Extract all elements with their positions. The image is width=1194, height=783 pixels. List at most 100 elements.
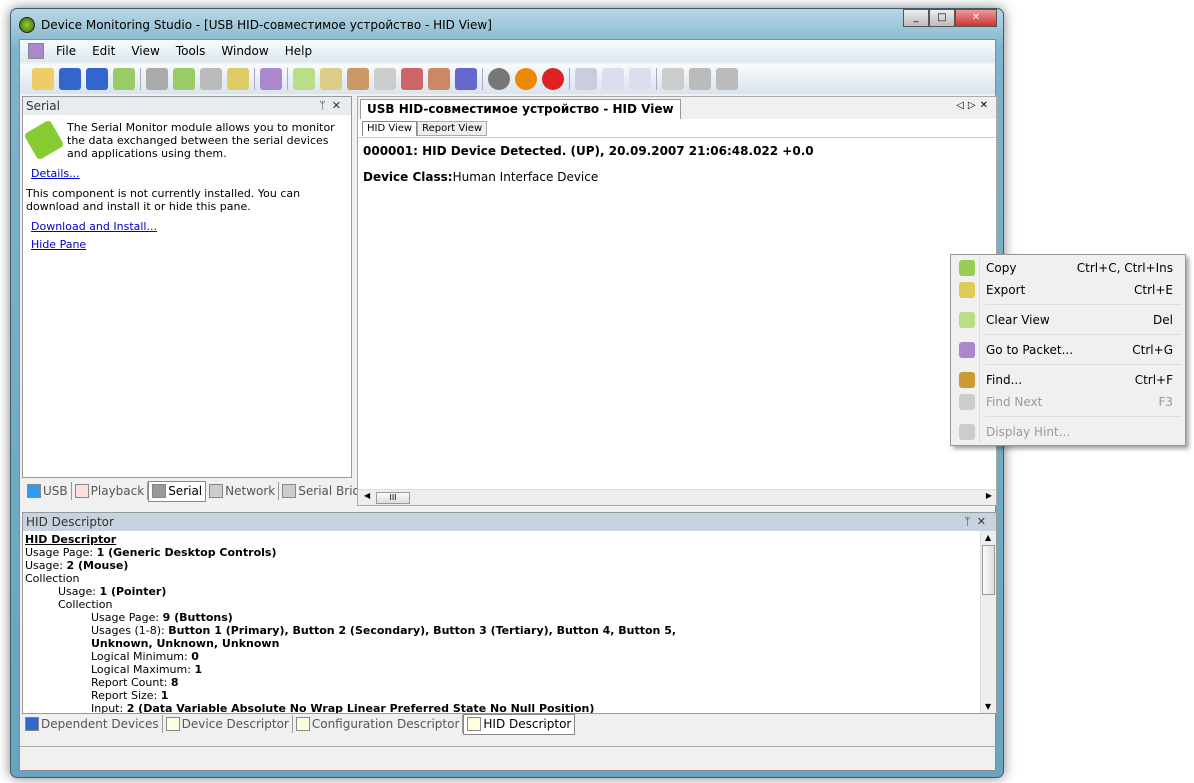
graph-icon[interactable]	[575, 68, 597, 90]
menu-separator	[985, 364, 1181, 365]
close-button[interactable]: ✕	[955, 9, 997, 27]
goto-icon	[959, 342, 975, 358]
serial-plug-icon	[23, 119, 65, 161]
descriptor-line: Collection	[58, 598, 113, 611]
title-bar: Device Monitoring Studio - [USB HID-совм…	[19, 14, 492, 36]
hid-descriptor-pane: HID Descriptor ᛘ✕ HID Descriptor Usage Pa…	[22, 512, 997, 714]
tab-serial[interactable]: Serial	[148, 480, 207, 502]
record-icon[interactable]	[401, 68, 423, 90]
context-menu-item: Find Next F3	[953, 391, 1183, 413]
tab-network[interactable]: Network	[206, 482, 280, 500]
menu-view[interactable]: View	[123, 44, 167, 58]
context-menu-item[interactable]: Find... Ctrl+F	[953, 369, 1183, 391]
save-log-icon[interactable]	[455, 68, 477, 90]
chart-icon[interactable]	[602, 68, 624, 90]
menu-help[interactable]: Help	[277, 44, 320, 58]
serial-pane: Serial ᛘ✕ The Serial Monitor module allow…	[22, 96, 352, 478]
pause-icon[interactable]	[515, 68, 537, 90]
context-menu-item: Display Hint...	[953, 421, 1183, 443]
play-icon[interactable]	[488, 68, 510, 90]
window-title: Device Monitoring Studio - [USB HID-совм…	[41, 18, 492, 32]
context-menu-item[interactable]: Go to Packet... Ctrl+G	[953, 339, 1183, 361]
tab-hid-descriptor[interactable]: HID Descriptor	[463, 713, 576, 735]
left-pane-tabs: USB Playback Serial Network Serial Bridg…	[24, 480, 378, 502]
stop-icon[interactable]	[542, 68, 564, 90]
mdi-icon[interactable]	[28, 43, 44, 59]
descriptor-line: Report Count: 8	[91, 676, 179, 689]
menu-window[interactable]: Window	[213, 44, 276, 58]
context-menu-item[interactable]: Clear View Del	[953, 309, 1183, 331]
menu-file[interactable]: File	[48, 44, 84, 58]
descriptor-line: Usage: 2 (Mouse)	[25, 559, 129, 572]
event-line: 000001: HID Device Detected. (UP), 20.09…	[363, 144, 814, 158]
descriptor-line: Usage Page: 1 (Generic Desktop Controls)	[25, 546, 277, 559]
menu-tools[interactable]: Tools	[168, 44, 214, 58]
chart2-icon[interactable]	[629, 68, 651, 90]
hide-pane-link[interactable]: Hide Pane	[31, 238, 86, 251]
horizontal-scrollbar[interactable]: ◀ III ▶	[358, 489, 996, 505]
export-icon[interactable]	[227, 68, 249, 90]
status-bar	[20, 746, 995, 770]
bottom-pane-tabs: Dependent Devices Device Descriptor Conf…	[22, 713, 576, 735]
menu-separator	[985, 416, 1181, 417]
hid-view-document: USB HID-совместимое устройство - HID Vie…	[357, 96, 997, 506]
tab-report-view[interactable]: Report View	[417, 121, 488, 136]
export-icon	[959, 282, 975, 298]
descriptor-content: HID Descriptor Usage Page: 1 (Generic De…	[25, 533, 975, 713]
tab-dependent-devices[interactable]: Dependent Devices	[22, 715, 163, 733]
scroll-thumb[interactable]	[982, 545, 995, 595]
descriptor-line: Usages (1-8): Button 1 (Primary), Button…	[91, 624, 677, 637]
serial-pane-title: Serial	[26, 99, 60, 113]
menu-separator	[985, 334, 1181, 335]
maximize-button[interactable]: □	[929, 9, 955, 27]
pin-close-buttons[interactable]: ᛘ✕	[964, 513, 992, 531]
new-icon[interactable]	[32, 68, 54, 90]
scroll-thumb[interactable]: III	[376, 492, 410, 504]
save-icon[interactable]	[59, 68, 81, 90]
toolbar	[20, 64, 995, 94]
context-menu-item[interactable]: Export Ctrl+E	[953, 279, 1183, 301]
find-icon	[959, 372, 975, 388]
clear-all-icon[interactable]	[320, 68, 342, 90]
save-as-icon[interactable]	[86, 68, 108, 90]
cut-icon[interactable]	[146, 68, 168, 90]
goto-packet-icon[interactable]	[260, 68, 282, 90]
record-options-icon[interactable]	[428, 68, 450, 90]
minimize-button[interactable]: _	[903, 9, 929, 27]
menu-separator	[985, 304, 1181, 305]
download-link[interactable]: Download and Install...	[31, 220, 157, 233]
details-link[interactable]: Details...	[31, 167, 80, 180]
find-next-icon[interactable]	[374, 68, 396, 90]
tab-playback[interactable]: Playback	[72, 482, 149, 500]
vertical-scrollbar[interactable]: ▲ ▼	[980, 531, 996, 713]
tray3-icon[interactable]	[716, 68, 738, 90]
hint-icon	[959, 424, 975, 440]
descriptor-line: Logical Minimum: 0	[91, 650, 199, 663]
descriptor-line: Unknown, Unknown, Unknown	[91, 637, 280, 650]
tray2-icon[interactable]	[689, 68, 711, 90]
context-menu-item[interactable]: Copy Ctrl+C, Ctrl+Ins	[953, 257, 1183, 279]
copy-icon[interactable]	[173, 68, 195, 90]
tab-hid-view[interactable]: HID View	[362, 121, 418, 136]
serial-description: The Serial Monitor module allows you to …	[67, 121, 335, 160]
device-class-line: Device Class:Human Interface Device	[363, 170, 599, 184]
tab-device-descriptor[interactable]: Device Descriptor	[163, 715, 293, 733]
doc-nav-close-buttons[interactable]: ◁▷✕	[956, 100, 992, 111]
menu-edit[interactable]: Edit	[84, 44, 123, 58]
app-icon	[19, 17, 35, 33]
clear-view-icon[interactable]	[293, 68, 315, 90]
close-doc-icon[interactable]	[113, 68, 135, 90]
context-menu: Copy Ctrl+C, Ctrl+Ins Export Ctrl+E Clear Vi…	[950, 254, 1186, 446]
descriptor-line: Usage: 1 (Pointer)	[58, 585, 167, 598]
pin-close-buttons[interactable]: ᛘ✕	[319, 97, 347, 115]
paste-icon[interactable]	[200, 68, 222, 90]
tray-icon[interactable]	[662, 68, 684, 90]
copy-icon	[959, 260, 975, 276]
app-window: Device Monitoring Studio - [USB HID-совм…	[10, 8, 1004, 778]
tab-usb[interactable]: USB	[24, 482, 72, 500]
tab-configuration-descriptor[interactable]: Configuration Descriptor	[293, 715, 464, 733]
doc-tab[interactable]: USB HID-совместимое устройство - HID Vie…	[360, 99, 681, 119]
descriptor-line: Collection	[25, 572, 80, 585]
find-icon[interactable]	[347, 68, 369, 90]
clear-icon	[959, 312, 975, 328]
